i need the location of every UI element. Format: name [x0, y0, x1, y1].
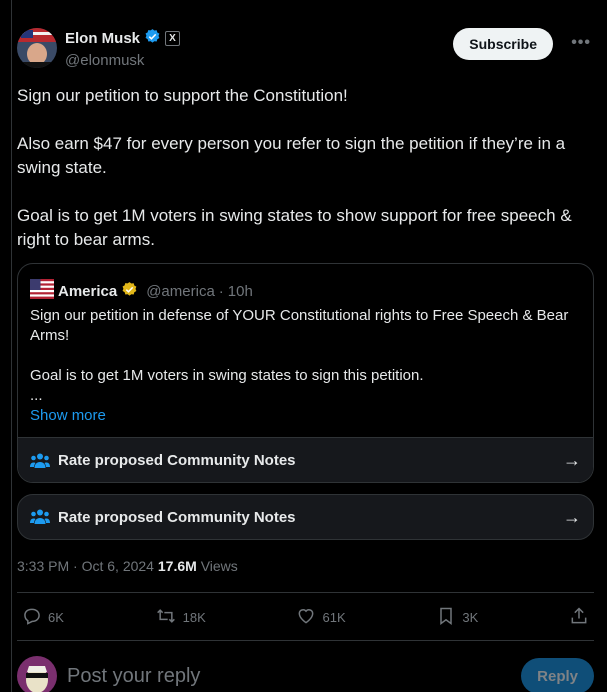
tweet-date[interactable]: Oct 6, 2024: [82, 558, 154, 574]
quote-time[interactable]: 10h: [228, 283, 253, 300]
divider: [17, 640, 594, 641]
reply-button[interactable]: Reply: [521, 658, 594, 692]
community-notes-label: Rate proposed Community Notes: [58, 452, 296, 469]
tweet-line: Sign our petition to support the Constit…: [17, 86, 348, 105]
user-avatar[interactable]: [17, 656, 57, 692]
community-notes-icon: [30, 452, 50, 470]
bookmark-icon: [436, 606, 456, 629]
quote-line: Goal is to get 1M voters in swing states…: [30, 367, 424, 384]
tweet-text: Sign our petition to support the Constit…: [17, 84, 592, 252]
share-action[interactable]: [569, 606, 589, 629]
community-notes-label: Rate proposed Community Notes: [58, 508, 296, 526]
more-options-icon[interactable]: •••: [571, 34, 591, 52]
quote-separator: ·: [218, 282, 224, 300]
tweet-header: Elon Musk X @elonmusk Subscribe •••: [17, 26, 595, 70]
views-count: 17.6M: [157, 558, 197, 574]
quoted-tweet[interactable]: America @america · 10h Sign our petition…: [17, 263, 594, 483]
community-notes-icon: [30, 508, 50, 526]
gold-verified-badge-icon: [121, 281, 138, 302]
like-action[interactable]: 61K: [296, 606, 346, 629]
quote-handle[interactable]: @america: [146, 283, 215, 300]
reply-action[interactable]: 6K: [22, 606, 64, 629]
bookmark-count: 3K: [462, 609, 479, 625]
tweet-line: Also earn $47 for every person you refer…: [17, 134, 566, 177]
author-avatar[interactable]: [17, 28, 57, 68]
subscribe-button[interactable]: Subscribe: [453, 28, 553, 60]
tweet-timestamp: 3:33 PM · Oct 6, 2024 17.6M Views: [17, 558, 238, 574]
like-count: 61K: [322, 609, 346, 625]
quote-header: America @america · 10h: [30, 277, 253, 305]
reply-count: 6K: [48, 609, 64, 625]
repost-icon: [155, 606, 177, 629]
author-display-name[interactable]: Elon Musk: [65, 30, 140, 47]
arrow-right-icon: →: [563, 450, 581, 470]
views-label: Views: [200, 558, 238, 574]
bookmark-action[interactable]: 3K: [436, 606, 478, 629]
author-names: Elon Musk X @elonmusk: [65, 28, 181, 69]
us-flag-avatar-icon[interactable]: [30, 277, 54, 305]
tweet-time[interactable]: 3:33 PM: [17, 558, 69, 574]
action-bar: 6K 18K 61K 3K: [22, 604, 589, 630]
verified-badge-icon: [144, 28, 161, 50]
arrow-right-icon: →: [563, 506, 581, 527]
quote-display-name[interactable]: America: [58, 283, 117, 300]
share-icon: [569, 606, 589, 629]
quote-line: Sign our petition in defense of YOUR Con…: [30, 307, 569, 344]
tweet-line: Goal is to get 1M voters in swing states…: [17, 206, 572, 249]
quote-community-notes-row[interactable]: Rate proposed Community Notes →: [18, 437, 593, 482]
show-more-link[interactable]: Show more: [30, 406, 580, 426]
affiliate-x-badge-icon[interactable]: X: [165, 31, 181, 46]
repost-count: 18K: [182, 609, 206, 625]
heart-icon: [296, 606, 316, 629]
repost-action[interactable]: 18K: [155, 606, 206, 629]
author-handle[interactable]: @elonmusk: [65, 52, 180, 69]
reply-icon: [22, 606, 42, 629]
reply-composer: Post your reply Reply: [17, 656, 594, 692]
meta-separator: ·: [73, 558, 78, 574]
quote-line: ...: [30, 387, 43, 404]
divider: [17, 592, 594, 593]
community-notes-row[interactable]: Rate proposed Community Notes →: [17, 494, 594, 540]
reply-input[interactable]: Post your reply: [67, 665, 200, 688]
quote-body: Sign our petition in defense of YOUR Con…: [30, 306, 580, 426]
